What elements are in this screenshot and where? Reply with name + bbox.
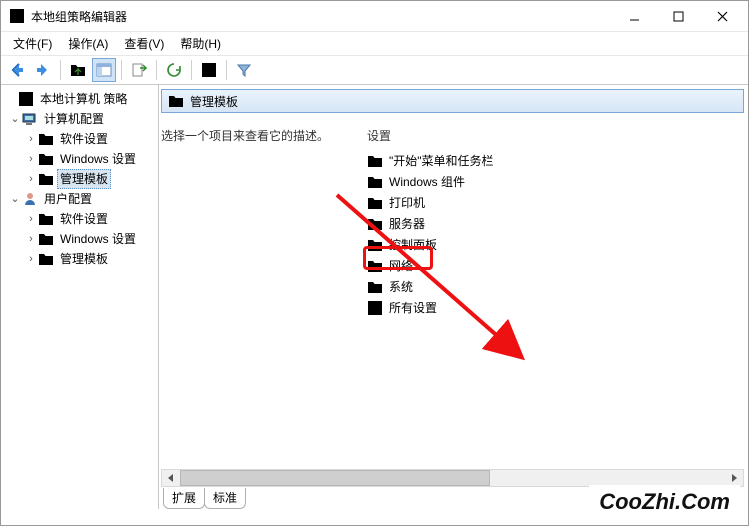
folder-icon xyxy=(38,251,54,267)
folder-icon xyxy=(367,195,383,211)
tree-computer-config[interactable]: ⌄ 计算机配置 xyxy=(5,109,158,129)
back-button[interactable] xyxy=(5,58,29,82)
title-bar: 本地组策略编辑器 xyxy=(1,1,748,31)
expand-icon[interactable]: › xyxy=(25,170,37,188)
list-item-network[interactable]: 网络 xyxy=(363,255,744,276)
list-item-label: 服务器 xyxy=(389,215,425,232)
up-button[interactable] xyxy=(66,58,90,82)
toolbar xyxy=(1,55,748,85)
menu-help[interactable]: 帮助(H) xyxy=(172,32,229,55)
maximize-button[interactable] xyxy=(656,2,700,30)
user-icon xyxy=(22,191,38,207)
menu-action[interactable]: 操作(A) xyxy=(60,32,116,55)
list-item-label: "开始"菜单和任务栏 xyxy=(389,152,494,169)
forward-button[interactable] xyxy=(31,58,55,82)
app-icon xyxy=(9,8,25,24)
list-item-windows-components[interactable]: Windows 组件 xyxy=(363,171,744,192)
tree-pane[interactable]: ▶ 本地计算机 策略 ⌄ 计算机配置 › 软件设置 › Windows 设置 ›… xyxy=(1,85,159,509)
list-header: 设置 xyxy=(363,127,744,150)
scroll-left-button[interactable] xyxy=(162,470,180,486)
scroll-right-button[interactable] xyxy=(725,470,743,486)
tree-label: 软件设置 xyxy=(57,130,111,148)
tree-label: 管理模板 xyxy=(57,169,111,189)
folder-icon xyxy=(367,216,383,232)
settings-list[interactable]: 设置 "开始"菜单和任务栏 Windows 组件 打印机 服务器 xyxy=(363,119,744,469)
tree-item[interactable]: › 软件设置 xyxy=(5,129,158,149)
list-item-label: 网络 xyxy=(389,257,413,274)
list-item-label: 控制面板 xyxy=(389,236,437,253)
watermark: CooZhi.Com xyxy=(589,485,740,519)
refresh-button[interactable] xyxy=(162,58,186,82)
tree-user-config[interactable]: ⌄ 用户配置 xyxy=(5,189,158,209)
tree-label: 本地计算机 策略 xyxy=(37,90,130,108)
content-pane: 管理模板 选择一个项目来查看它的描述。 设置 "开始"菜单和任务栏 Window… xyxy=(159,85,748,509)
expand-icon[interactable]: › xyxy=(25,150,37,168)
folder-icon xyxy=(38,231,54,247)
list-item-control-panel[interactable]: 控制面板 xyxy=(363,234,744,255)
description-hint: 选择一个项目来查看它的描述。 xyxy=(161,129,329,143)
expand-icon[interactable]: ⌄ xyxy=(9,190,21,208)
folder-icon xyxy=(367,237,383,253)
folder-icon xyxy=(38,211,54,227)
tab-extended[interactable]: 扩展 xyxy=(163,488,205,509)
list-item-all-settings[interactable]: 所有设置 xyxy=(363,297,744,318)
tree-label: 管理模板 xyxy=(57,250,111,268)
tree-label: 软件设置 xyxy=(57,210,111,228)
list-item-server[interactable]: 服务器 xyxy=(363,213,744,234)
folder-icon xyxy=(38,171,54,187)
scroll-thumb[interactable] xyxy=(180,470,490,486)
menu-file[interactable]: 文件(F) xyxy=(5,32,60,55)
folder-icon xyxy=(367,153,383,169)
expand-icon[interactable]: › xyxy=(25,130,37,148)
settings-icon xyxy=(367,300,383,316)
folder-icon xyxy=(38,131,54,147)
expand-icon[interactable]: › xyxy=(25,210,37,228)
tab-standard[interactable]: 标准 xyxy=(204,488,246,509)
properties-button[interactable] xyxy=(197,58,221,82)
folder-icon xyxy=(367,258,383,274)
policy-icon xyxy=(18,91,34,107)
list-item-label: 系统 xyxy=(389,278,413,295)
close-button[interactable] xyxy=(700,2,744,30)
breadcrumb-label: 管理模板 xyxy=(190,93,238,110)
list-item-label: 打印机 xyxy=(389,194,425,211)
tree-root[interactable]: ▶ 本地计算机 策略 xyxy=(5,89,158,109)
tree-label: 计算机配置 xyxy=(41,110,107,128)
expand-icon[interactable]: › xyxy=(25,250,37,268)
list-item-label: Windows 组件 xyxy=(389,173,465,190)
folder-icon xyxy=(367,279,383,295)
expand-icon[interactable]: › xyxy=(25,230,37,248)
tree-item[interactable]: › 软件设置 xyxy=(5,209,158,229)
tree-item[interactable]: › Windows 设置 xyxy=(5,229,158,249)
export-button[interactable] xyxy=(127,58,151,82)
list-item-system[interactable]: 系统 xyxy=(363,276,744,297)
menu-bar: 文件(F) 操作(A) 查看(V) 帮助(H) xyxy=(1,31,748,55)
minimize-button[interactable] xyxy=(612,2,656,30)
folder-icon xyxy=(168,93,184,109)
breadcrumb: 管理模板 xyxy=(161,89,744,113)
tree-item-admin-templates[interactable]: › 管理模板 xyxy=(5,169,158,189)
folder-icon xyxy=(38,151,54,167)
tree-label: Windows 设置 xyxy=(57,150,139,168)
computer-icon xyxy=(22,111,38,127)
tree-item[interactable]: › 管理模板 xyxy=(5,249,158,269)
menu-view[interactable]: 查看(V) xyxy=(116,32,172,55)
expand-icon[interactable]: ⌄ xyxy=(9,110,21,128)
filter-button[interactable] xyxy=(232,58,256,82)
description-column: 选择一个项目来查看它的描述。 xyxy=(161,119,363,469)
tree-label: 用户配置 xyxy=(41,190,95,208)
list-item-label: 所有设置 xyxy=(389,299,437,316)
tree-label: Windows 设置 xyxy=(57,230,139,248)
show-tree-button[interactable] xyxy=(92,58,116,82)
list-item-printers[interactable]: 打印机 xyxy=(363,192,744,213)
list-item-start-menu[interactable]: "开始"菜单和任务栏 xyxy=(363,150,744,171)
tree-item[interactable]: › Windows 设置 xyxy=(5,149,158,169)
folder-icon xyxy=(367,174,383,190)
window-title: 本地组策略编辑器 xyxy=(31,8,612,25)
